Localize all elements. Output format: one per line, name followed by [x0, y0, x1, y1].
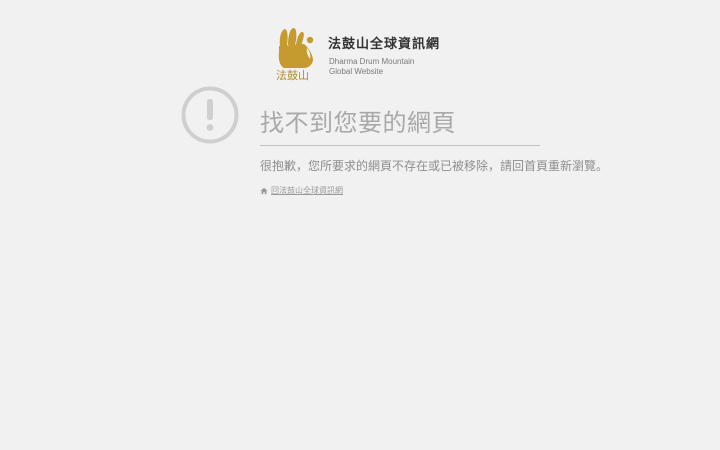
title-divider [260, 145, 540, 146]
page-title: 找不到您要的網頁 [260, 109, 456, 137]
home-link[interactable]: 回法鼓山全球資訊網 [260, 186, 343, 196]
error-page: 法鼓山 法鼓山全球資訊網 Dharma Drum Mountain Global… [0, 0, 720, 450]
exclamation-circle-icon [181, 86, 239, 144]
logo-title-en-line1: Dharma Drum Mountain [329, 57, 415, 66]
logo-mark-label: 法鼓山 [276, 69, 309, 82]
logo-title-cn: 法鼓山全球資訊網 [328, 37, 441, 52]
logo-title-en: Dharma Drum Mountain Global Website [329, 57, 414, 77]
home-icon [260, 187, 268, 195]
logo-title-en-line2: Global Website [329, 67, 384, 76]
error-message: 很抱歉，您所要求的網頁不存在或已被移除，請回首頁重新瀏覽。 [260, 159, 609, 173]
site-logo[interactable]: 法鼓山 法鼓山全球資訊網 Dharma Drum Mountain Global… [276, 26, 456, 86]
home-link-label: 回法鼓山全球資訊網 [271, 186, 343, 195]
